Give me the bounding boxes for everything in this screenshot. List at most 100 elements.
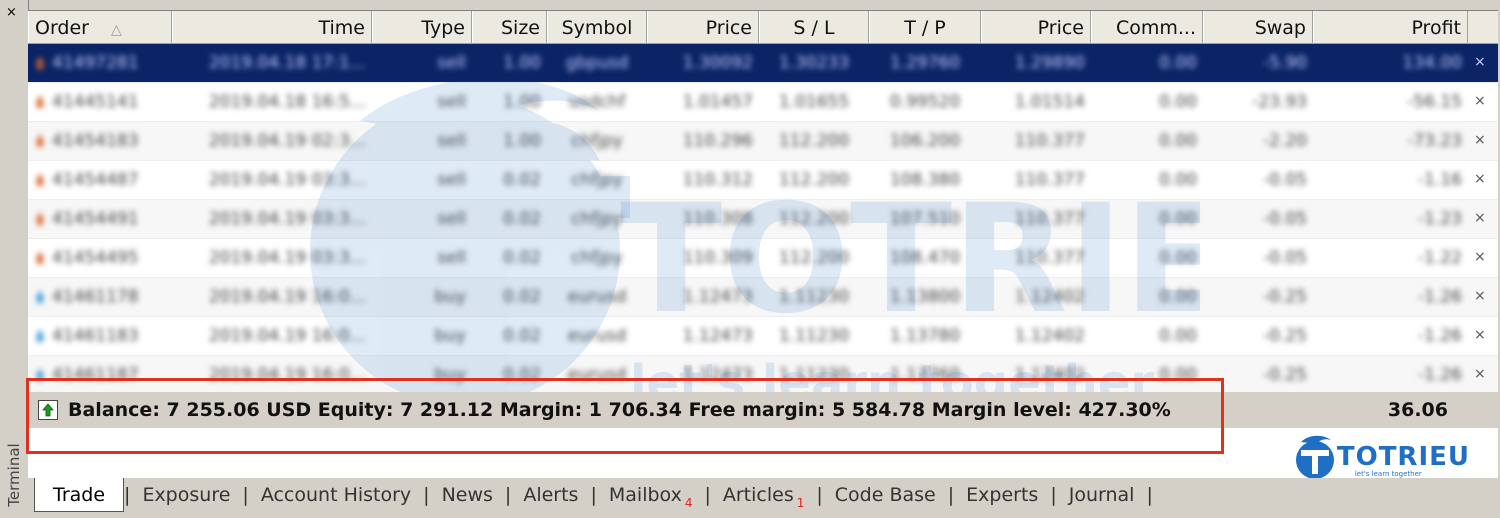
cell-price: 1.12473 bbox=[647, 356, 759, 394]
cell-text: 112.200 bbox=[778, 170, 850, 190]
close-order-icon[interactable]: × bbox=[1468, 317, 1488, 355]
cell-swap: -0.05 bbox=[1203, 200, 1313, 238]
cell-sl: 1.01655 bbox=[759, 83, 869, 121]
tab-mailbox[interactable]: Mailbox 4 bbox=[597, 478, 705, 512]
buy-order-icon bbox=[36, 290, 44, 303]
buy-order-icon bbox=[36, 329, 44, 342]
sell-order-icon bbox=[36, 212, 44, 225]
close-order-icon[interactable]: × bbox=[1468, 356, 1488, 394]
totrieu-logo: TOTRIEU let's learn together bbox=[1293, 434, 1470, 480]
tab-account-history[interactable]: Account History bbox=[249, 478, 423, 512]
sell-order-icon bbox=[36, 95, 44, 108]
close-order-icon[interactable]: × bbox=[1468, 122, 1488, 160]
column-header-1[interactable]: Time bbox=[172, 11, 372, 43]
cell-order: 41461178 bbox=[28, 278, 172, 316]
column-header-label: S / L bbox=[793, 17, 835, 39]
column-header-3[interactable]: Size bbox=[472, 11, 547, 43]
cell-text: sell bbox=[437, 209, 466, 229]
cell-text: 1.29760 bbox=[889, 53, 961, 73]
cell-text: 1.00 bbox=[503, 131, 541, 151]
column-header-2[interactable]: Type bbox=[372, 11, 472, 43]
table-row[interactable]: 41445141 2019.04.18 16:5... sell 1.00 usdchf… bbox=[28, 83, 1498, 122]
cell-symbol: eurusd bbox=[547, 317, 647, 355]
tab-experts[interactable]: Experts bbox=[954, 478, 1050, 512]
cell-size: 0.02 bbox=[472, 239, 547, 277]
cell-comm: 0.00 bbox=[1091, 239, 1203, 277]
table-row[interactable]: 41454487 2019.04.19 03:3... sell 0.02 chfjpy… bbox=[28, 161, 1498, 200]
tab-journal[interactable]: Journal bbox=[1057, 478, 1147, 512]
cell-text: eurusd bbox=[567, 365, 627, 385]
cell-text: sell bbox=[437, 170, 466, 190]
column-header-10[interactable]: Swap bbox=[1203, 11, 1313, 43]
tab-badge: 4 bbox=[684, 496, 693, 510]
tab-label: Exposure bbox=[142, 484, 231, 506]
tab-news[interactable]: News bbox=[430, 478, 505, 512]
cell-text: chfjpy bbox=[571, 209, 623, 229]
cell-text: 2019.04.19 02:3... bbox=[208, 131, 366, 151]
cell-text: 1.30233 bbox=[778, 53, 850, 73]
cell-text: -1.23 bbox=[1418, 209, 1462, 229]
column-header-8[interactable]: Price bbox=[981, 11, 1091, 43]
cell-text: 41461183 bbox=[52, 326, 139, 346]
cell-text: 2019.04.19 16:0... bbox=[208, 365, 366, 385]
cell-text: 0.00 bbox=[1159, 248, 1197, 268]
column-header-label: Price bbox=[1037, 17, 1084, 39]
cell-order: 41454487 bbox=[28, 161, 172, 199]
cell-text: 2019.04.19 03:3... bbox=[208, 209, 366, 229]
cell-profit: -1.26 bbox=[1313, 317, 1468, 355]
cell-text: 1.12402 bbox=[1014, 326, 1085, 346]
table-row[interactable]: 41461187 2019.04.19 16:0... buy 0.02 eurusd 1… bbox=[28, 356, 1498, 395]
table-row[interactable]: 41454495 2019.04.19 03:3... sell 0.02 chfjpy… bbox=[28, 239, 1498, 278]
cell-comm: 0.00 bbox=[1091, 161, 1203, 199]
table-row[interactable]: 41454491 2019.04.19 03:3... sell 0.02 chfjpy… bbox=[28, 200, 1498, 239]
sell-order-icon bbox=[36, 173, 44, 186]
cell-text: -23.93 bbox=[1252, 92, 1307, 112]
cell-text: 0.02 bbox=[503, 170, 541, 190]
cell-text: 41461187 bbox=[52, 365, 139, 385]
cell-text: 0.00 bbox=[1159, 287, 1197, 307]
close-order-icon[interactable]: × bbox=[1468, 83, 1488, 121]
sell-order-icon bbox=[36, 251, 44, 264]
cell-type: sell bbox=[372, 83, 472, 121]
column-header-5[interactable]: Price bbox=[647, 11, 759, 43]
close-order-icon[interactable]: × bbox=[1468, 239, 1488, 277]
table-row[interactable]: 41461178 2019.04.19 16:0... buy 0.02 eurusd 1… bbox=[28, 278, 1498, 317]
tab-articles[interactable]: Articles 1 bbox=[711, 478, 817, 512]
cell-order: 41454495 bbox=[28, 239, 172, 277]
table-row[interactable]: 41461183 2019.04.19 16:0... buy 0.02 eurusd 1… bbox=[28, 317, 1498, 356]
column-header-9[interactable]: Comm... bbox=[1091, 11, 1203, 43]
table-row[interactable]: 41454183 2019.04.19 02:3... sell 1.00 chfjpy… bbox=[28, 122, 1498, 161]
tab-code-base[interactable]: Code Base bbox=[823, 478, 948, 512]
column-header-0[interactable]: Order △ bbox=[28, 11, 172, 43]
cell-swap: -2.20 bbox=[1203, 122, 1313, 160]
cell-price: 1.12473 bbox=[647, 317, 759, 355]
tab-exposure[interactable]: Exposure bbox=[130, 478, 242, 512]
cell-text: 1.00 bbox=[503, 92, 541, 112]
cell-text: buy bbox=[434, 365, 466, 385]
cell-text: 1.11230 bbox=[778, 287, 850, 307]
column-header-7[interactable]: T / P bbox=[869, 11, 981, 43]
table-row[interactable]: 41497281 2019.04.18 17:1... sell 1.00 gbpusd… bbox=[28, 44, 1498, 83]
close-order-icon[interactable]: × bbox=[1468, 161, 1488, 199]
cell-order: 41497281 bbox=[28, 44, 172, 82]
cell-text: -0.05 bbox=[1263, 209, 1307, 229]
close-order-icon[interactable]: × bbox=[1468, 44, 1488, 82]
cell-text: eurusd bbox=[567, 326, 627, 346]
cell-text: buy bbox=[434, 287, 466, 307]
column-header-11[interactable]: Profit bbox=[1313, 11, 1468, 43]
cell-text: 41461178 bbox=[52, 287, 139, 307]
close-order-icon[interactable]: × bbox=[1468, 278, 1488, 316]
cell-text: 1.12473 bbox=[682, 287, 753, 307]
close-icon[interactable]: × bbox=[6, 6, 17, 20]
cell-profit: -1.16 bbox=[1313, 161, 1468, 199]
cell-price2: 110.377 bbox=[981, 200, 1091, 238]
cell-swap: -0.25 bbox=[1203, 278, 1313, 316]
close-order-icon[interactable]: × bbox=[1468, 200, 1488, 238]
tab-trade[interactable]: Trade bbox=[34, 478, 125, 512]
column-header-4[interactable]: Symbol bbox=[547, 11, 647, 43]
cell-text: -56.15 bbox=[1407, 92, 1462, 112]
cell-text: 106.200 bbox=[889, 131, 961, 151]
tab-alerts[interactable]: Alerts bbox=[511, 478, 590, 512]
column-header-6[interactable]: S / L bbox=[759, 11, 869, 43]
cell-sl: 112.200 bbox=[759, 122, 869, 160]
